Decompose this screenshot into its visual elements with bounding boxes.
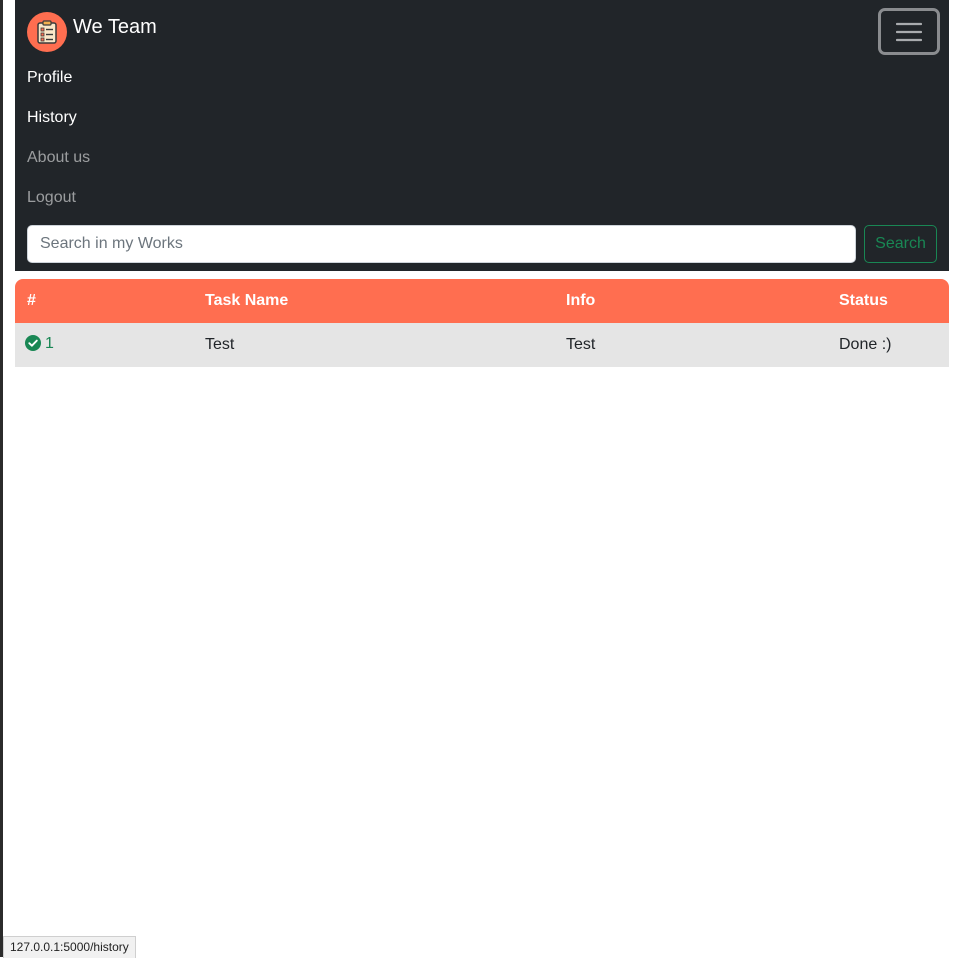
check-circle-icon (25, 334, 41, 356)
task-info-cell: Test (554, 323, 827, 367)
search-input[interactable] (27, 225, 856, 263)
history-table: # Task Name Info Status 1 Test Test Done… (15, 279, 949, 367)
nav-menu: Profile History About us Logout (27, 58, 90, 218)
nav-item-logout[interactable]: Logout (27, 178, 90, 218)
browser-status-url: 127.0.0.1:5000/history (3, 936, 136, 958)
nav-item-profile[interactable]: Profile (27, 58, 90, 98)
hamburger-menu-icon (896, 22, 922, 41)
brand-link[interactable]: We Team (27, 12, 157, 52)
column-header-task-name: Task Name (193, 279, 554, 323)
clipboard-list-icon (27, 12, 67, 52)
task-status-cell: Done :) (827, 323, 949, 367)
column-header-info: Info (554, 279, 827, 323)
table-row: 1 Test Test Done :) (15, 323, 949, 367)
task-number: 1 (45, 334, 54, 352)
nav-item-history[interactable]: History (27, 98, 90, 138)
navbar-toggler-button[interactable] (878, 8, 940, 55)
navbar: We Team Profile History About us Logout … (15, 0, 949, 271)
task-name-cell: Test (193, 323, 554, 367)
column-header-status: Status (827, 279, 949, 323)
column-header-number: # (15, 279, 193, 323)
task-number-cell: 1 (15, 323, 193, 367)
history-table-container: # Task Name Info Status 1 Test Test Done… (15, 279, 949, 367)
table-header-row: # Task Name Info Status (15, 279, 949, 323)
search-button[interactable]: Search (864, 225, 937, 263)
window-edge (0, 0, 3, 957)
nav-item-about-us[interactable]: About us (27, 138, 90, 178)
brand-name: We Team (73, 15, 157, 38)
